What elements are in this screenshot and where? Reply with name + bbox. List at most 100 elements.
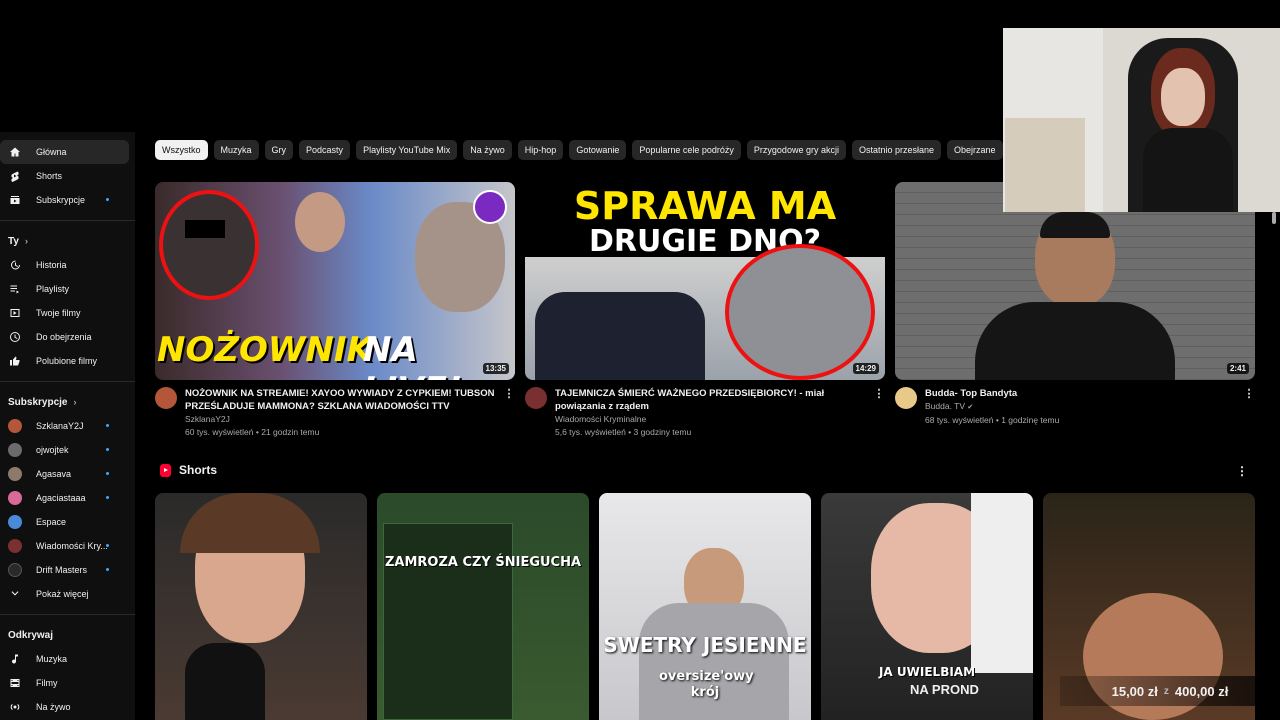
sidebar: Główna Shorts Subskrypcje Ty › Historia … <box>0 132 135 720</box>
thumbnail-face <box>295 192 345 252</box>
channel-avatar[interactable] <box>895 387 917 409</box>
sidebar-item-shorts[interactable]: Shorts <box>0 164 129 188</box>
chip-live[interactable]: Na żywo <box>463 140 512 160</box>
video-thumbnail[interactable]: SPRAWA MA DRUGIE DNO? 14:29 <box>525 182 885 380</box>
sidebar-divider <box>0 614 135 615</box>
sidebar-item-channel[interactable]: Drift Masters <box>0 558 129 582</box>
short-caption: SWETRY JESIENNE <box>603 633 807 657</box>
censor-bar <box>185 220 225 238</box>
channel-avatar <box>8 563 22 577</box>
channel-avatar[interactable] <box>155 387 177 409</box>
history-icon <box>8 258 22 272</box>
thumbnail-text: NOŻOWNIK <box>157 330 373 370</box>
chip-recently-uploaded[interactable]: Ostatnio przesłane <box>851 140 942 160</box>
more-options-icon[interactable]: ⋮ <box>873 387 885 439</box>
sidebar-divider <box>0 220 135 221</box>
thumbnail-circle <box>159 190 259 300</box>
sidebar-item-channel[interactable]: SzklanaY2J <box>0 414 129 438</box>
game-tooltip <box>383 523 513 720</box>
sidebar-item-channel[interactable]: ojwojtek <box>0 438 129 462</box>
sidebar-item-channel[interactable]: Agaciastaaa <box>0 486 129 510</box>
channel-avatar <box>8 443 22 457</box>
short-hair <box>971 493 1033 673</box>
sidebar-item-history[interactable]: Historia <box>0 253 129 277</box>
new-content-dot <box>106 544 109 547</box>
chip-watched[interactable]: Obejrzane <box>947 140 1003 160</box>
sidebar-item-label: Pokaż więcej <box>36 589 89 599</box>
video-thumbnail[interactable]: NOŻOWNIK NA LIVE! 13:35 <box>155 182 515 380</box>
music-icon <box>8 652 22 666</box>
chip-all[interactable]: Wszystko <box>155 140 208 160</box>
sidebar-item-liked[interactable]: Polubione filmy <box>0 349 129 373</box>
sidebar-item-watch-later[interactable]: Do obejrzenia <box>0 325 129 349</box>
thumbnail-body <box>975 302 1175 380</box>
video-card[interactable]: 2:41 Budda- Top Bandyta Budda. TV ✔ 68 t… <box>895 182 1255 427</box>
chip-mix[interactable]: Playlisty YouTube Mix <box>356 140 458 160</box>
video-title[interactable]: TAJEMNICZA ŚMIERĆ WAŻNEGO PRZEDSIĘBIORCY… <box>555 387 873 413</box>
thumbnail-circle <box>725 244 875 380</box>
channel-avatar <box>8 491 22 505</box>
sidebar-item-live[interactable]: Na żywo <box>0 695 129 719</box>
sidebar-show-more[interactable]: Pokaż więcej <box>0 582 129 606</box>
shorts-logo-icon <box>160 463 171 477</box>
sidebar-item-home[interactable]: Główna <box>0 140 129 164</box>
video-title[interactable]: NOŻOWNIK NA STREAMIE! XAYOO WYWIADY Z CY… <box>185 387 503 413</box>
more-options-icon[interactable]: ⋮ <box>1236 464 1248 478</box>
webcam-face <box>1161 68 1205 126</box>
sidebar-item-movies[interactable]: Filmy <box>0 671 129 695</box>
sidebar-item-label: Do obejrzenia <box>36 332 92 342</box>
sidebar-item-label: Historia <box>36 260 67 270</box>
sidebar-item-playlists[interactable]: Playlisty <box>0 277 129 301</box>
short-card[interactable] <box>155 493 367 720</box>
webcam-body <box>1143 128 1233 212</box>
sidebar-item-label: Shorts <box>36 171 63 181</box>
new-content-dot <box>106 198 109 201</box>
chip-games[interactable]: Gry <box>264 140 294 160</box>
video-stats: 5,6 tys. wyświetleń • 3 godziny temu <box>555 427 692 437</box>
chip-hiphop[interactable]: Hip-hop <box>517 140 564 160</box>
chip-action-adventure[interactable]: Przygodowe gry akcji <box>746 140 846 160</box>
sidebar-item-label: SzklanaY2J <box>36 421 84 431</box>
channel-name[interactable]: Wiadomości Kryminalne <box>555 413 873 426</box>
sidebar-item-channel[interactable]: Espace <box>0 510 129 534</box>
movies-icon <box>8 676 22 690</box>
channel-avatar <box>8 419 22 433</box>
video-card[interactable]: SPRAWA MA DRUGIE DNO? 14:29 TAJEMNICZA Ś… <box>525 182 885 439</box>
filter-chips: Wszystko Muzyka Gry Podcasty Playlisty Y… <box>155 140 1003 162</box>
channel-avatar[interactable] <box>525 387 547 409</box>
watch-later-icon <box>8 330 22 344</box>
sidebar-subscriptions-header[interactable]: Subskrypcje › <box>0 390 135 414</box>
sidebar-item-subscriptions[interactable]: Subskrypcje <box>0 188 129 212</box>
goal-target: 400,00 zł <box>1174 683 1229 699</box>
chip-travel[interactable]: Popularne cele podróży <box>632 140 741 160</box>
more-options-icon[interactable]: ⋮ <box>1243 387 1255 427</box>
video-card[interactable]: NOŻOWNIK NA LIVE! 13:35 NOŻOWNIK NA STRE… <box>155 182 515 439</box>
sidebar-you-header[interactable]: Ty › <box>0 229 135 253</box>
video-duration: 2:41 <box>1226 363 1249 374</box>
video-title[interactable]: Budda- Top Bandyta <box>925 387 1243 400</box>
sidebar-item-label: Playlisty <box>36 284 70 294</box>
chip-cooking[interactable]: Gotowanie <box>569 140 627 160</box>
more-options-icon[interactable]: ⋮ <box>503 387 515 439</box>
sidebar-item-label: Espace <box>36 517 67 527</box>
chevron-right-icon: › <box>24 236 28 246</box>
live-icon <box>8 700 22 714</box>
channel-name[interactable]: SzklanaY2J <box>185 413 503 426</box>
your-videos-icon <box>8 306 22 320</box>
short-card[interactable]: SWETRY JESIENNE oversize'owy krój <box>599 493 811 720</box>
chip-podcasts[interactable]: Podcasty <box>299 140 351 160</box>
channel-name-text: Budda. TV <box>925 401 966 411</box>
chip-music[interactable]: Muzyka <box>213 140 259 160</box>
chevron-right-icon: › <box>73 397 77 407</box>
scrollbar-thumb[interactable] <box>1272 212 1276 224</box>
sidebar-item-music[interactable]: Muzyka <box>0 647 129 671</box>
shorts-icon <box>8 169 22 183</box>
short-caption: JA UWIELBIAM <box>878 665 976 679</box>
sidebar-item-label: Drift Masters <box>36 565 88 575</box>
sidebar-item-channel[interactable]: Agasava <box>0 462 129 486</box>
sidebar-item-channel[interactable]: Wiadomości Kry... <box>0 534 129 558</box>
channel-name[interactable]: Budda. TV ✔ <box>925 400 1243 414</box>
sidebar-item-your-videos[interactable]: Twoje filmy <box>0 301 129 325</box>
short-card[interactable]: ZAMROZA CZY ŚNIEGUCHA <box>377 493 589 720</box>
sidebar-explore-header: Odkrywaj <box>0 623 135 647</box>
